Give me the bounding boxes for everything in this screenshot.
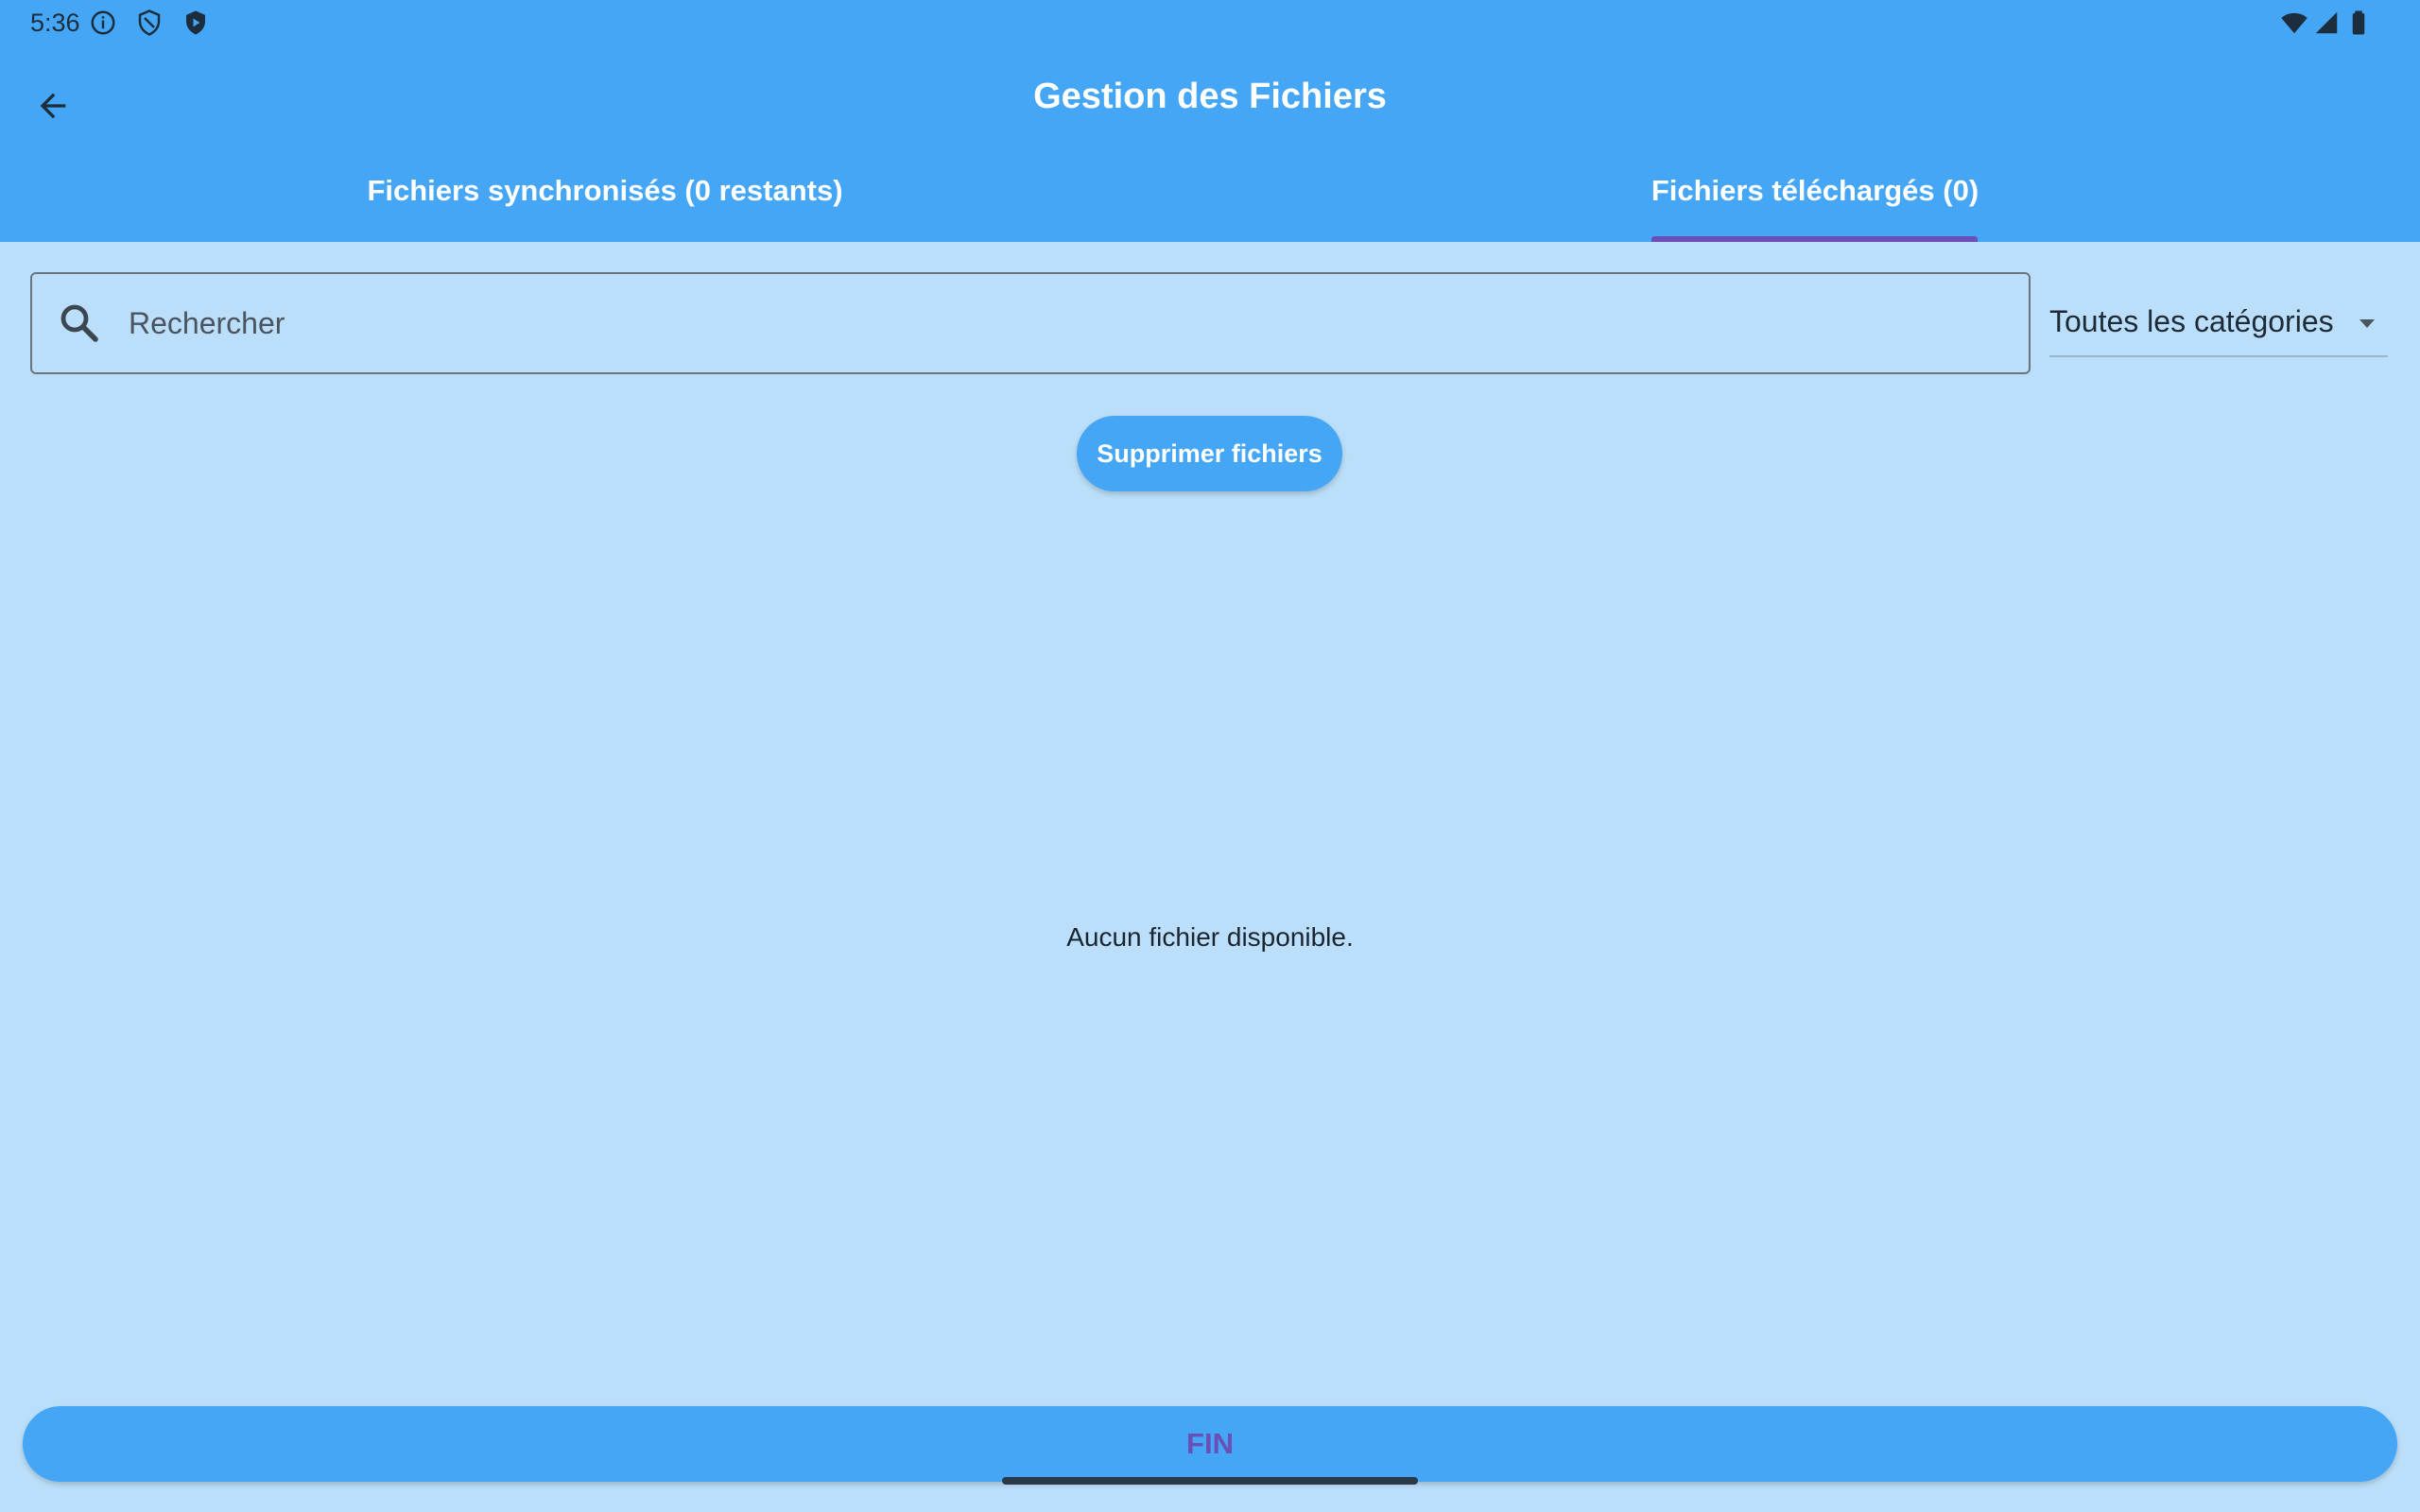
delete-files-button[interactable]: Supprimer fichiers: [1077, 416, 1342, 491]
tab-downloaded-files-label: Fichiers téléchargés (0): [1651, 174, 1979, 207]
battery-icon: [2344, 9, 2373, 37]
app-bar: Gestion des Fichiers Fichiers synchronis…: [0, 45, 2420, 242]
search-field[interactable]: [30, 272, 2031, 374]
status-time: 5:36: [30, 9, 80, 37]
gesture-navigation-bar[interactable]: [1002, 1477, 1418, 1485]
info-icon: [89, 9, 117, 37]
empty-state-message: Aucun fichier disponible.: [1066, 922, 1354, 952]
tab-synced-files-label: Fichiers synchronisés (0 restants): [367, 174, 843, 207]
finish-button[interactable]: FIN: [23, 1406, 2397, 1482]
status-bar: 5:36: [0, 0, 2420, 45]
caret-down-icon: [2356, 312, 2378, 335]
page-title: Gestion des Fichiers: [1033, 77, 1387, 116]
signal-icon: [2312, 9, 2341, 37]
wifi-icon: [2280, 9, 2308, 37]
shield-outline-icon: [135, 9, 164, 37]
file-management-screen: 5:36 Gestion des Fichiers Fichiers synch…: [0, 0, 2420, 1512]
tab-selected-indicator: [1651, 236, 1978, 242]
tab-downloaded-files[interactable]: Fichiers téléchargés (0): [1210, 168, 2420, 242]
category-dropdown-value: Toutes les catégories: [2049, 304, 2334, 338]
search-input[interactable]: [129, 297, 2000, 350]
tab-synced-files[interactable]: Fichiers synchronisés (0 restants): [0, 168, 1210, 242]
category-dropdown[interactable]: Toutes les catégories: [2049, 289, 2388, 357]
search-icon: [57, 301, 102, 346]
shield-play-icon: [182, 9, 210, 37]
